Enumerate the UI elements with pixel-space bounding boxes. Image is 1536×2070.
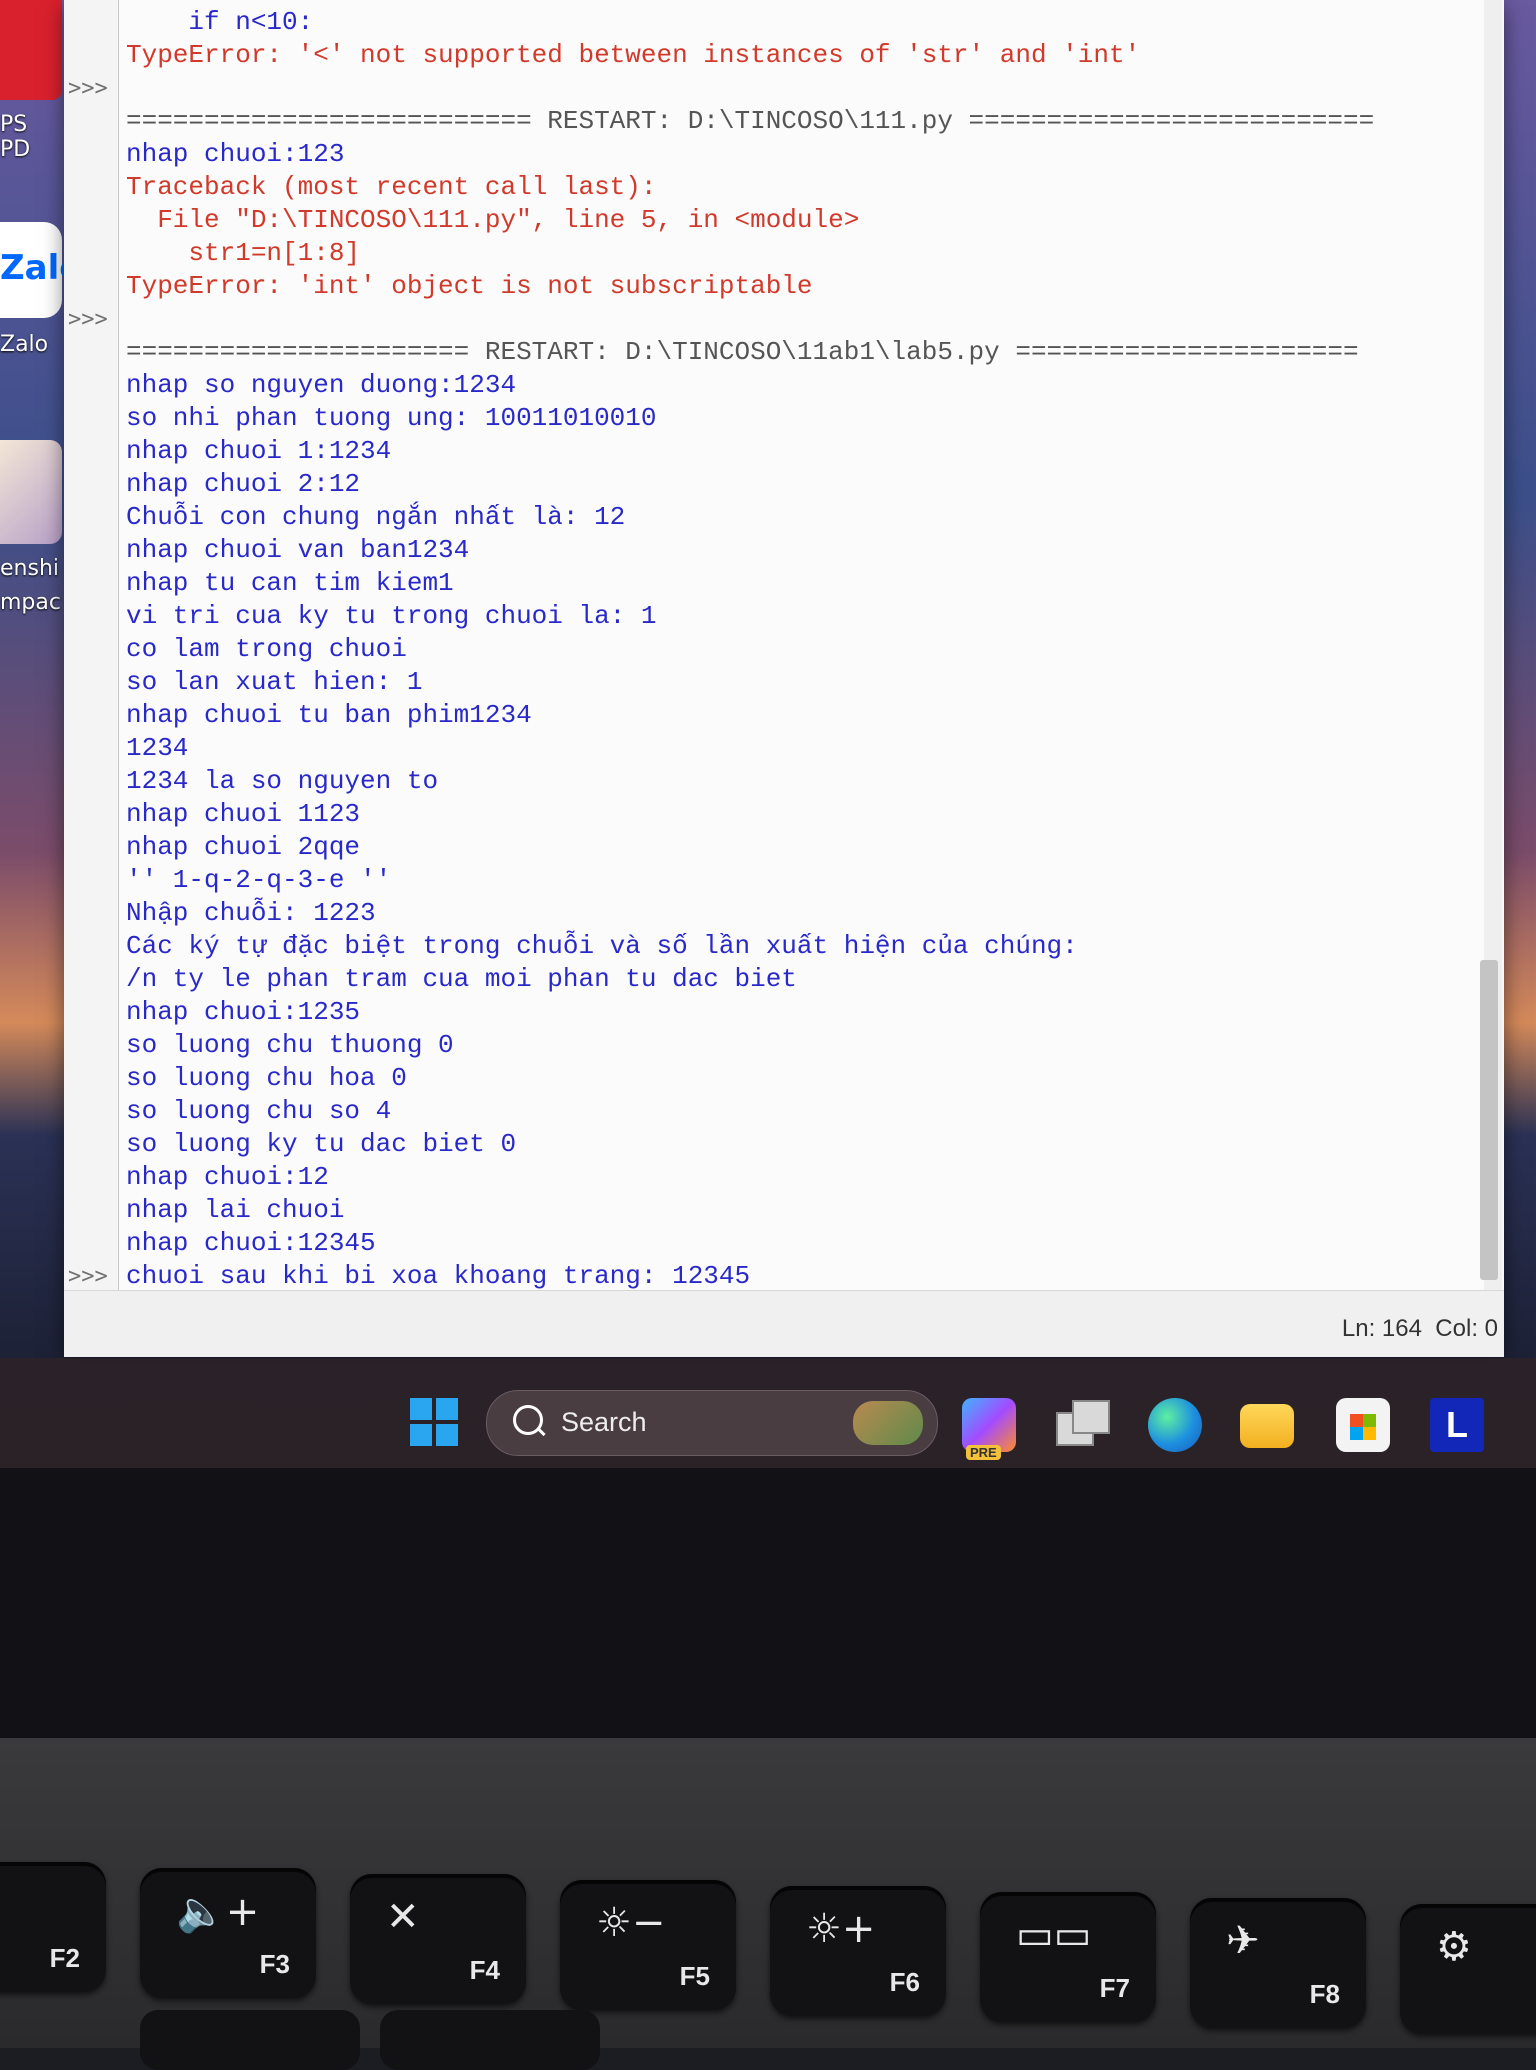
shell-output-line: nhap chuoi:12345 bbox=[126, 1228, 376, 1258]
shell-prompt: >>> bbox=[68, 307, 108, 332]
shell-output-line: so luong chu hoa 0 bbox=[126, 1063, 407, 1093]
shell-output-line: nhap chuoi van ban1234 bbox=[126, 535, 470, 565]
shell-output-line: '' 1-q-2-q-3-e '' bbox=[126, 865, 392, 895]
search-icon bbox=[513, 1405, 543, 1435]
genshin-app-icon[interactable] bbox=[0, 440, 62, 544]
shell-output-line: Nhập chuỗi: 1223 bbox=[126, 898, 376, 928]
shell-output-line: ========================== RESTART: D:\T… bbox=[126, 106, 1375, 136]
l-app-icon[interactable]: L bbox=[1430, 1398, 1484, 1452]
pdf-app-icon[interactable] bbox=[0, 0, 62, 100]
function-key: ⚙ bbox=[1400, 1904, 1536, 2034]
shell-output-line: nhap chuoi 1:1234 bbox=[126, 436, 392, 466]
function-key-icon: ☼+ bbox=[806, 1906, 876, 1952]
shell-output-line: nhap chuoi 2qqe bbox=[126, 832, 361, 862]
task-view-icon[interactable] bbox=[1056, 1398, 1110, 1452]
shell-prompt: >>> bbox=[68, 76, 108, 101]
shell-output-line: ====================== RESTART: D:\TINCO… bbox=[126, 337, 1359, 367]
shell-output-line: so nhi phan tuong ung: 10011010010 bbox=[126, 403, 657, 433]
function-key-label: F3 bbox=[259, 1949, 290, 1979]
function-key: ✕ F4 bbox=[350, 1874, 526, 2004]
key bbox=[140, 2010, 360, 2070]
shell-output-line bbox=[126, 303, 1476, 336]
zalo-app-icon[interactable]: Zalo bbox=[0, 222, 83, 318]
store-logo bbox=[1350, 1414, 1376, 1440]
function-key: 🔈+ F3 bbox=[140, 1868, 316, 1998]
function-key-label: F5 bbox=[679, 1961, 710, 1991]
function-key: ✈ F8 bbox=[1190, 1898, 1366, 2028]
shell-output-line: so lan xuat hien: 1 bbox=[126, 667, 423, 697]
idle-shell-window: >>> >>> >>> if n<10: TypeError: '<' not sup… bbox=[64, 0, 1504, 1357]
shell-output-line: chuoi sau khi bi xoa khoang trang: 12345 bbox=[126, 1261, 751, 1291]
shell-output-line: Chuỗi con chung ngắn nhất là: 12 bbox=[126, 502, 626, 532]
shell-output-line: nhap tu can tim kiem1 bbox=[126, 568, 454, 598]
shell-output-line: File "D:\TINCOSO\111.py", line 5, in <mo… bbox=[126, 205, 860, 235]
shell-output-line: str1=n[1:8] bbox=[126, 238, 361, 268]
function-key: ▭▭ F7 bbox=[980, 1892, 1156, 2022]
key bbox=[380, 2010, 600, 2070]
taskbar: Search PRE L bbox=[0, 1358, 1536, 1468]
function-key-icon: ✈ bbox=[1226, 1918, 1260, 1964]
status-bar: Ln: 164 Col: 0 bbox=[64, 1290, 1504, 1357]
shell-output-line: vi tri cua ky tu trong chuoi la: 1 bbox=[126, 601, 657, 631]
shell-output-line: nhap so nguyen duong:1234 bbox=[126, 370, 517, 400]
shell-output-area[interactable]: >>> >>> >>> if n<10: TypeError: '<' not sup… bbox=[64, 0, 1484, 1293]
function-key-label: F2 bbox=[49, 1943, 80, 1973]
desktop-icons: PS PD Zalo Zalo enshi mpac bbox=[0, 0, 83, 700]
shell-output-line: co lam trong chuoi bbox=[126, 634, 407, 664]
function-key-icon: ☼− bbox=[596, 1900, 666, 1946]
shell-output-line: so luong chu so 4 bbox=[126, 1096, 392, 1126]
function-key-icon: 🔈+ bbox=[176, 1889, 260, 1935]
function-key-label: F6 bbox=[889, 1967, 920, 1997]
function-key: ☼− F5 bbox=[560, 1880, 736, 2010]
shell-output-line: TypeError: 'int' object is not subscript… bbox=[126, 271, 813, 301]
function-key-label: F8 bbox=[1309, 1979, 1340, 2009]
shell-output-line: nhap chuoi:12 bbox=[126, 1162, 329, 1192]
shell-output-line: Traceback (most recent call last): bbox=[126, 172, 657, 202]
copilot-pre-badge: PRE bbox=[966, 1445, 1001, 1460]
search-highlight-image bbox=[853, 1401, 923, 1445]
shell-output: if n<10: TypeError: '<' not supported bet… bbox=[126, 6, 1476, 1293]
laptop-bezel bbox=[0, 1468, 1536, 1738]
copilot-icon[interactable]: PRE bbox=[962, 1398, 1016, 1460]
shell-output-line: so luong ky tu dac biet 0 bbox=[126, 1129, 517, 1159]
shell-output-line: TypeError: '<' not supported between ins… bbox=[126, 40, 1141, 70]
shell-prompt: >>> bbox=[68, 1264, 108, 1289]
taskbar-search-box[interactable]: Search bbox=[486, 1390, 938, 1456]
store-icon[interactable] bbox=[1336, 1398, 1390, 1452]
desktop-icon-label-genshin[interactable]: enshi mpac bbox=[0, 552, 62, 620]
function-key-label: F4 bbox=[469, 1955, 500, 1985]
shell-output-line bbox=[126, 72, 1476, 105]
shell-output-line: if n<10: bbox=[126, 7, 314, 37]
shell-output-line: nhap chuoi:1235 bbox=[126, 997, 361, 1027]
function-key-icon: ▭▭ bbox=[1016, 1912, 1092, 1958]
prompt-gutter: >>> >>> >>> bbox=[64, 0, 119, 1290]
scrollbar-thumb[interactable] bbox=[1480, 960, 1498, 1280]
function-key-label: F7 bbox=[1099, 1973, 1130, 2003]
shell-output-line: nhap chuoi tu ban phim1234 bbox=[126, 700, 532, 730]
shell-output-line: nhap lai chuoi bbox=[126, 1195, 345, 1225]
file-explorer-icon[interactable] bbox=[1240, 1404, 1294, 1448]
search-label: Search bbox=[561, 1407, 647, 1437]
shell-output-line: so luong chu thuong 0 bbox=[126, 1030, 454, 1060]
shell-output-line: nhap chuoi 2:12 bbox=[126, 469, 361, 499]
shell-output-line: Các ký tự đặc biệt trong chuỗi và số lần… bbox=[126, 931, 1078, 961]
function-key-icon: ⚙ bbox=[1436, 1924, 1472, 1970]
cursor-position: Ln: 164 Col: 0 bbox=[1341, 1315, 1498, 1342]
shell-output-line: /n ty le phan tram cua moi phan tu dac b… bbox=[126, 964, 797, 994]
function-key: ☼+ F6 bbox=[770, 1886, 946, 2016]
function-key: ‹F2 bbox=[0, 1862, 106, 1992]
start-icon[interactable] bbox=[410, 1398, 458, 1446]
shell-output-line: nhap chuoi:123 bbox=[126, 139, 345, 169]
function-key-icon: ✕ bbox=[386, 1894, 420, 1940]
shell-output-line: 1234 la so nguyen to bbox=[126, 766, 439, 796]
vertical-scrollbar[interactable] bbox=[1480, 0, 1502, 1290]
desktop-icon-label-pdf[interactable]: PS PD bbox=[0, 112, 62, 162]
shell-output-line: nhap chuoi 1123 bbox=[126, 799, 361, 829]
desktop-icon-label-zalo[interactable]: Zalo bbox=[0, 332, 62, 357]
shell-output-line: 1234 bbox=[126, 733, 189, 763]
edge-icon[interactable] bbox=[1148, 1398, 1202, 1452]
